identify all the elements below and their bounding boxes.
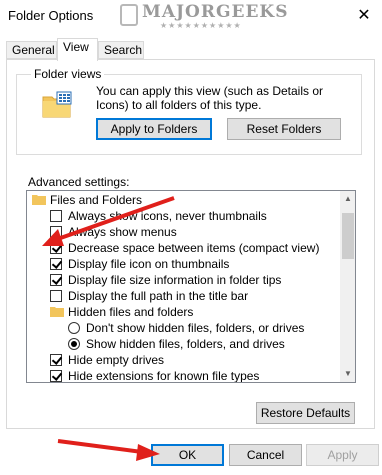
tab-general[interactable]: General [6,41,57,59]
checkbox-checked[interactable] [50,258,62,270]
folder-icon [50,307,64,317]
window-title: Folder Options [8,8,94,23]
ok-button[interactable]: OK [151,444,224,466]
scrollbar-thumb[interactable] [342,213,354,259]
vertical-scrollbar[interactable]: ▲ ▼ [340,191,355,382]
radio-button[interactable] [68,322,80,334]
folder-views-icon [42,91,72,118]
apply-button[interactable]: Apply [306,444,379,466]
checkbox-checked[interactable] [50,354,62,366]
annotation-arrow-icon [57,439,160,461]
checkbox[interactable] [50,210,62,222]
radio-button-selected[interactable] [68,338,80,350]
close-button[interactable]: ✕ [346,0,382,32]
scroll-up-icon[interactable]: ▲ [340,191,355,207]
scroll-down-icon[interactable]: ▼ [340,366,355,382]
close-icon: ✕ [357,7,371,24]
watermark-text: MAJORGEEKS [142,2,289,22]
advanced-settings-label: Advanced settings: [28,175,130,189]
checkbox-checked[interactable] [50,274,62,286]
reset-folders-button[interactable]: Reset Folders [227,118,341,140]
apply-to-folders-button[interactable]: Apply to Folders [96,118,212,140]
cancel-button[interactable]: Cancel [229,444,302,466]
majorgeeks-watermark: MAJORGEEKS ★★★★★★★★★★ [120,2,287,30]
advanced-settings-list[interactable]: Files and Folders Always show icons, nev… [26,190,356,383]
watermark-logo-icon [120,4,138,26]
checkbox-checked[interactable] [50,242,62,254]
tab-search[interactable]: Search [98,41,144,59]
checkbox[interactable] [50,290,62,302]
watermark-stars: ★★★★★★★★★★ [160,21,242,30]
checkbox[interactable] [50,226,62,238]
tab-view[interactable]: View [57,38,98,61]
checkbox-checked[interactable] [50,370,62,382]
title-bar: Folder Options MAJORGEEKS ★★★★★★★★★★ ✕ [0,0,382,32]
folder-icon [32,195,46,205]
folder-views-legend: Folder views [31,67,105,81]
folder-views-description: You can apply this view (such as Details… [96,84,324,112]
restore-defaults-button[interactable]: Restore Defaults [256,402,355,424]
